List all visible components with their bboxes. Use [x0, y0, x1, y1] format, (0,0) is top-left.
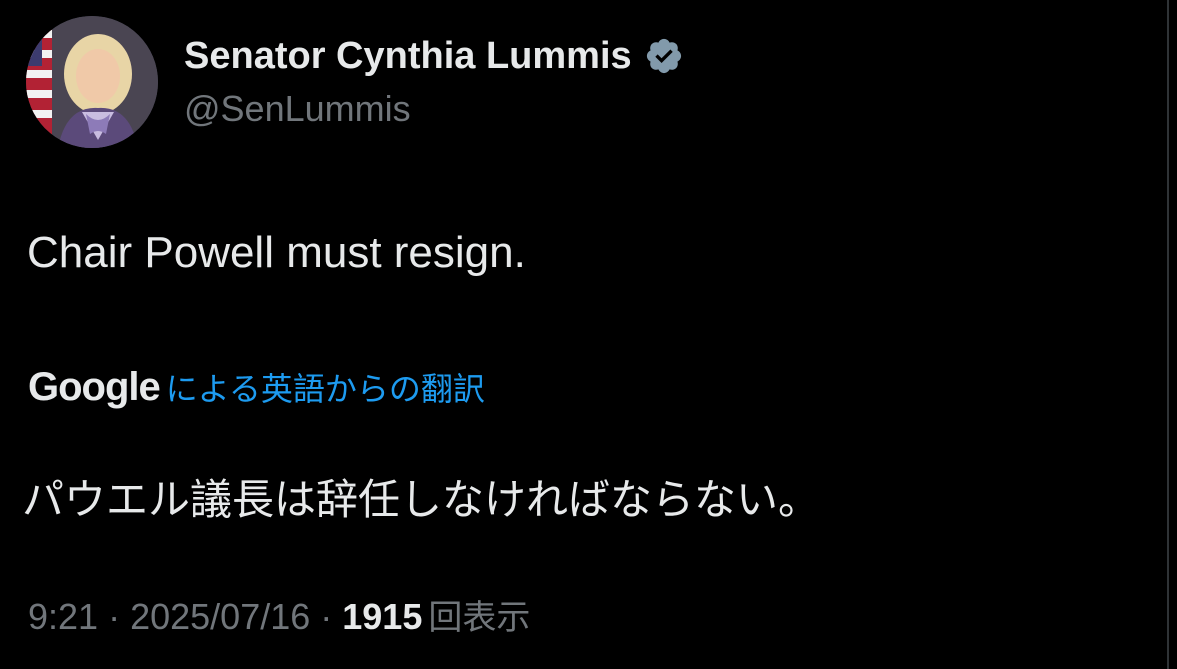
- tweet-meta: 9:21 · 2025/07/16 · 1915 回表示: [28, 590, 530, 639]
- tweet-text: Chair Powell must resign.: [27, 228, 526, 277]
- google-logo: Google: [28, 365, 161, 409]
- avatar-image: [26, 16, 158, 148]
- views-count[interactable]: 1915: [342, 596, 422, 638]
- views-label[interactable]: 回表示: [428, 590, 530, 639]
- author-handle[interactable]: @SenLummis: [184, 88, 684, 130]
- display-name-row: Senator Cynthia Lummis: [184, 32, 684, 80]
- avatar[interactable]: [26, 16, 158, 148]
- translation-source-link[interactable]: による英語からの翻訳: [166, 364, 485, 410]
- tweet-detail: Senator Cynthia Lummis @SenLummis Chair …: [0, 0, 1177, 669]
- author-info: Senator Cynthia Lummis @SenLummis: [184, 32, 684, 130]
- meta-separator: ·: [320, 596, 333, 637]
- meta-separator: ·: [108, 596, 121, 637]
- display-name[interactable]: Senator Cynthia Lummis: [184, 35, 632, 78]
- translation-attribution: Google による英語からの翻訳: [28, 364, 485, 410]
- tweet-date[interactable]: 2025/07/16: [130, 596, 310, 638]
- column-divider: [1167, 0, 1169, 669]
- translated-text: パウエル議長は辞任しなければならない。: [22, 475, 821, 524]
- verified-badge-icon[interactable]: [644, 36, 684, 76]
- tweet-time[interactable]: 9:21: [28, 596, 98, 638]
